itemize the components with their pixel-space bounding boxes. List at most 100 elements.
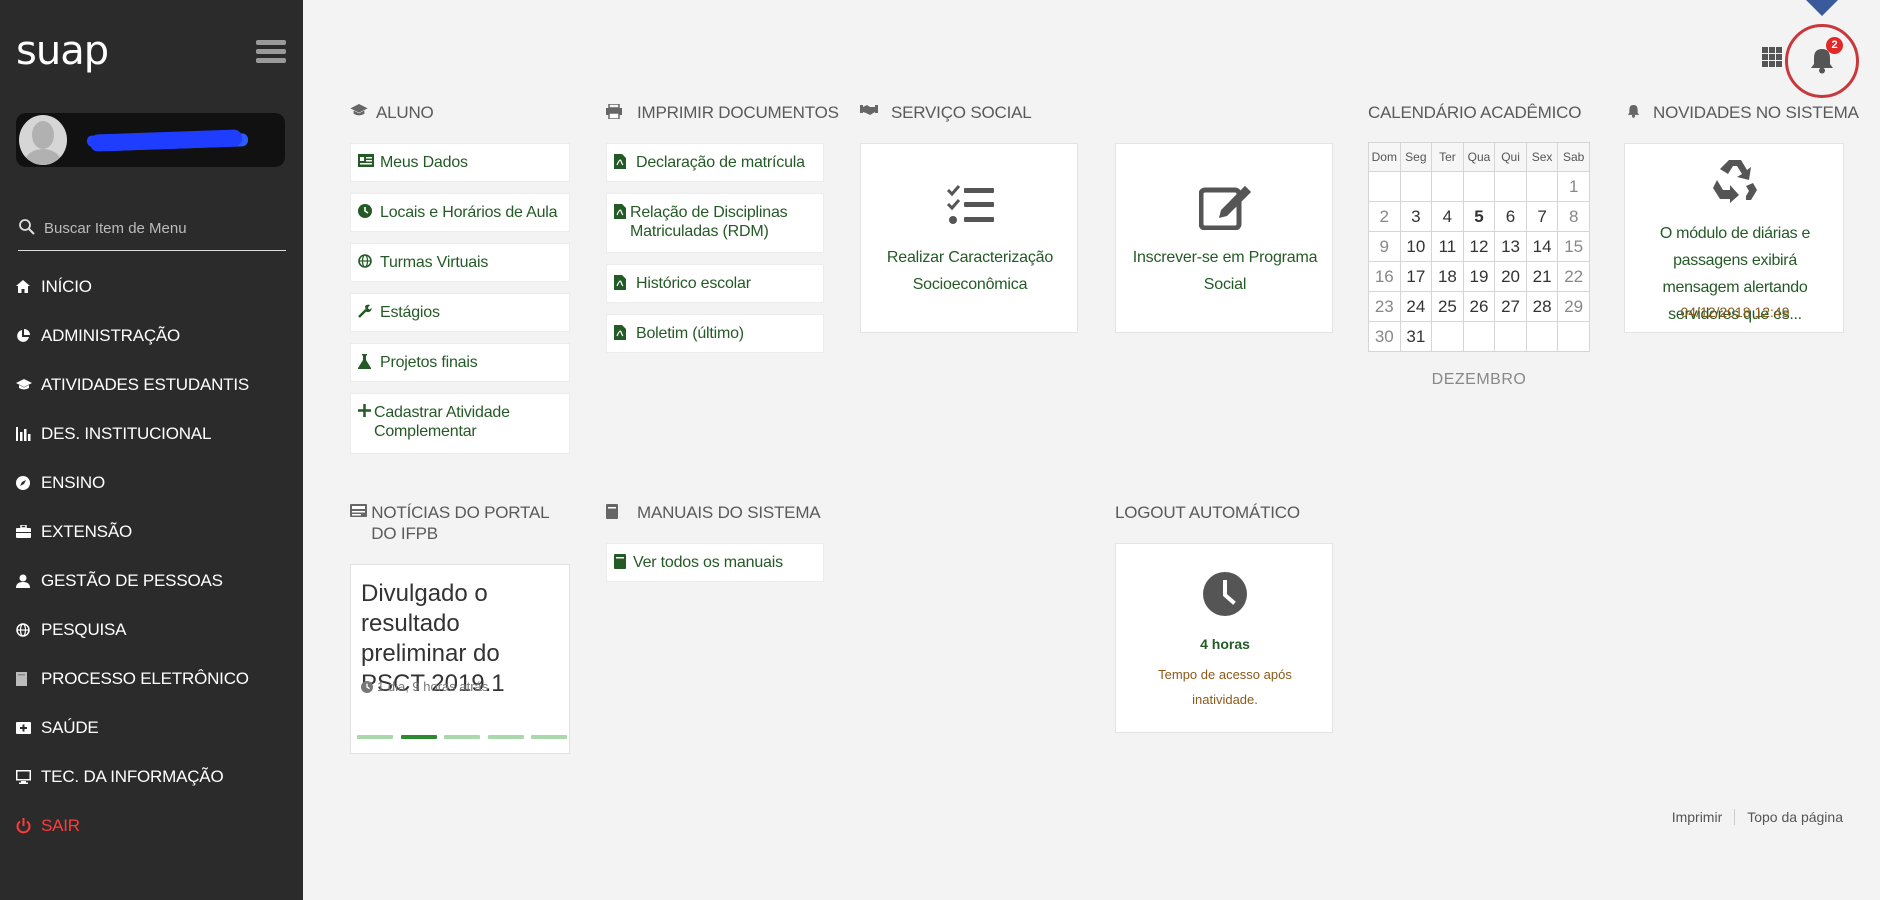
link-rdm[interactable]: Relação de Disciplinas Matriculadas (RDM… [606, 193, 824, 253]
carousel-dot[interactable] [487, 735, 524, 739]
calendar-month: DEZEMBRO [1431, 371, 1527, 388]
sidebar-item-gestao-de-pessoas[interactable]: GESTÃO DE PESSOAS [16, 556, 296, 605]
footer-links: Imprimir Topo da página [1660, 809, 1843, 825]
calendar-empty-cell [1431, 321, 1464, 352]
section-title-noticias: NOTÍCIAS DO PORTAL DO IFPB [350, 502, 575, 544]
flask-icon [358, 353, 380, 369]
calendar-weekdays: Dom Seg Ter Qua Qui Sex Sab [1368, 142, 1590, 172]
print-link[interactable]: Imprimir [1660, 809, 1736, 825]
carousel-dot[interactable] [357, 735, 393, 739]
home-icon [16, 279, 38, 295]
pie-chart-icon [16, 328, 38, 344]
card-logout-automatico: 4 horas Tempo de acesso após inatividade… [1115, 543, 1333, 733]
sidebar-item-label: SAIR [41, 815, 80, 835]
card-inscrever-programa-social[interactable]: Inscrever-se em Programa Social [1115, 143, 1333, 333]
calendar-day: 21 [1525, 261, 1559, 292]
apps-grid-icon[interactable] [1762, 47, 1782, 67]
calendar-weekday: Ter [1431, 142, 1464, 172]
globe-icon [16, 622, 38, 638]
book-icon [606, 502, 637, 519]
calendar-day: 3 [1399, 201, 1433, 232]
calendar-week: 16 17 18 19 20 21 22 [1368, 261, 1590, 292]
sidebar-item-sair[interactable]: SAIR [16, 801, 296, 850]
briefcase-icon [16, 524, 38, 540]
clock-icon [358, 203, 380, 218]
sidebar-item-label: TEC. DA INFORMAÇÃO [41, 766, 224, 786]
calendar-days: 1 2 3 4 5 6 7 8 9 10 11 12 13 14 15 16 17 18 19 20 21 22 23 24 2… [1368, 171, 1590, 352]
carousel-dot[interactable] [531, 735, 567, 739]
link-ver-todos-manuais[interactable]: Ver todos os manuais [606, 543, 824, 582]
calendar-day: 7 [1525, 201, 1559, 232]
sidebar-item-label: GESTÃO DE PESSOAS [41, 570, 223, 590]
sidebar-item-des-institucional[interactable]: DES. INSTITUCIONAL [16, 409, 296, 458]
carousel-dot[interactable] [400, 735, 437, 739]
calendar-day: 24 [1399, 291, 1433, 322]
section-title-calendario: CALENDÁRIO ACADÊMICO [1368, 103, 1582, 122]
sidebar-item-extensao[interactable]: EXTENSÃO [16, 507, 296, 556]
calendar-weekday: Sab [1557, 142, 1590, 172]
calendar-weekday: Qua [1462, 142, 1496, 172]
calendar-day: 28 [1525, 291, 1559, 322]
printer-icon [606, 102, 637, 119]
logout-value: 4 horas [1200, 636, 1250, 652]
link-cadastrar-atividade[interactable]: Cadastrar Atividade Complementar [350, 393, 570, 454]
power-icon [16, 817, 38, 834]
calendar-empty-cell [1368, 171, 1401, 202]
avatar [19, 115, 67, 165]
hamburger-menu-icon[interactable] [256, 40, 286, 68]
notifications-button[interactable]: 2 [1785, 24, 1859, 98]
user-profile[interactable] [16, 113, 285, 167]
section-title-manuais: MANUAIS DO SISTEMA [606, 502, 821, 523]
link-meus-dados[interactable]: Meus Dados [350, 143, 570, 182]
user-icon [16, 573, 38, 589]
sidebar-item-administracao[interactable]: ADMINISTRAÇÃO [16, 311, 296, 360]
calendar-day: 29 [1557, 291, 1590, 322]
section-title-novidades: NOVIDADES NO SISTEMA [1627, 102, 1859, 123]
notification-badge: 2 [1826, 37, 1843, 54]
search-input[interactable] [44, 217, 280, 239]
carousel-dot[interactable] [444, 735, 480, 739]
sidebar-item-pesquisa[interactable]: PESQUISA [16, 605, 296, 654]
calendar-empty-cell [1399, 171, 1433, 202]
pdf-file-icon [614, 324, 636, 340]
book-icon [614, 553, 633, 569]
link-turmas-virtuais[interactable]: Turmas Virtuais [350, 243, 570, 282]
top-of-page-link[interactable]: Topo da página [1735, 809, 1843, 825]
sidebar-item-label: ADMINISTRAÇÃO [41, 325, 181, 345]
plus-icon [358, 403, 374, 417]
graduation-cap-icon [16, 377, 38, 393]
calendar-empty-cell [1494, 321, 1527, 352]
link-boletim[interactable]: Boletim (último) [606, 314, 824, 353]
sidebar-item-processo-eletronico[interactable]: PROCESSO ELETRÔNICO [16, 654, 296, 703]
news-carousel-indicators [357, 735, 567, 739]
card-novidade[interactable]: O módulo de diárias e passagens exibirá … [1624, 143, 1844, 333]
sidebar-item-ensino[interactable]: ENSINO [16, 458, 296, 507]
link-historico-escolar[interactable]: Histórico escolar [606, 264, 824, 303]
sidebar-item-saude[interactable]: SAÚDE [16, 703, 296, 752]
news-card[interactable]: Divulgado o resultado preliminar do PSCT… [350, 564, 570, 754]
calendar-day: 6 [1494, 201, 1527, 232]
calendar-weekday: Qui [1494, 142, 1527, 172]
sidebar-item-tec-da-informacao[interactable]: TEC. DA INFORMAÇÃO [16, 752, 296, 801]
calendar-weekday: Sex [1525, 142, 1559, 172]
calendar-day: 2 [1368, 201, 1401, 232]
sidebar-item-inicio[interactable]: INÍCIO [16, 262, 296, 311]
card-caracterizacao-socioeconomica[interactable]: Realizar Caracterização Socioeconômica [860, 143, 1078, 333]
link-locais-e-horarios[interactable]: Locais e Horários de Aula [350, 193, 570, 232]
sidebar-item-label: ENSINO [41, 472, 105, 492]
novidade-date: 04/12/2018 12:49 [1680, 304, 1790, 320]
calendar-day: 1 [1557, 171, 1590, 202]
link-projetos-finais[interactable]: Projetos finais [350, 343, 570, 382]
calendar-day: 30 [1368, 321, 1401, 352]
sidebar-item-atividades-estudantis[interactable]: ATIVIDADES ESTUDANTIS [16, 360, 296, 409]
link-declaracao-matricula[interactable]: Declaração de matrícula [606, 143, 824, 182]
calendar-day: 31 [1399, 321, 1433, 352]
calendar-day: 27 [1494, 291, 1527, 322]
link-estagios[interactable]: Estágios [350, 293, 570, 332]
desktop-icon [16, 769, 38, 785]
app-logo[interactable]: suap [16, 28, 109, 74]
book-icon [16, 671, 38, 687]
sidebar-item-label: ATIVIDADES ESTUDANTIS [41, 374, 250, 394]
calendar-day: 22 [1557, 261, 1590, 292]
calendar-empty-cell [1494, 171, 1527, 202]
